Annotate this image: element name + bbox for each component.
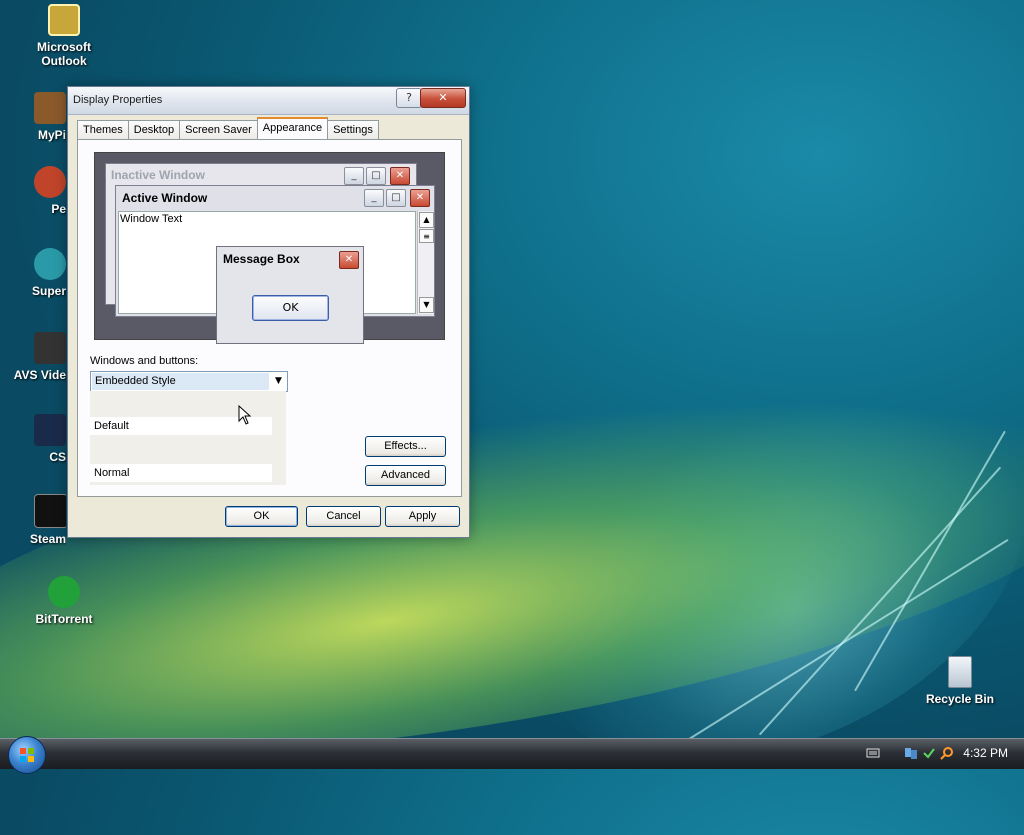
windows-buttons-label: Windows and buttons:: [90, 355, 199, 367]
windows-logo-icon: [20, 748, 34, 762]
desktop-icon-cs[interactable]: CS: [6, 414, 66, 464]
desktop-icon-label: Microsoft Outlook: [37, 40, 91, 68]
advanced-button[interactable]: Advanced: [365, 465, 446, 486]
tab-appearance[interactable]: Appearance: [256, 117, 329, 140]
chevron-down-icon[interactable]: ▼: [270, 372, 287, 391]
desktop-icon-label: BitTorrent: [35, 612, 93, 626]
app-icon: [34, 248, 66, 280]
tab-strip: Themes Desktop Screen Saver Appearance Setti…: [77, 117, 379, 141]
cs-icon: [34, 414, 66, 446]
desktop-icon-steam[interactable]: Steam: [6, 494, 66, 546]
search-icon[interactable]: [940, 746, 954, 760]
preview-message-box: Message Box ✕ OK: [216, 246, 364, 344]
desktop-icon-mypictures[interactable]: MyPi: [6, 92, 66, 142]
app-icon: [34, 166, 66, 198]
preview-ok-button: OK: [252, 295, 329, 321]
close-button[interactable]: ✕: [420, 88, 466, 108]
start-button[interactable]: [8, 736, 46, 774]
preview-scrollbar: ▲ ≡ ▼: [417, 211, 434, 314]
recycle-bin-icon: [948, 656, 972, 688]
desktop-icon-label: AVS Vide: [13, 368, 66, 382]
close-icon: ✕: [390, 167, 410, 185]
scroll-thumb: ≡: [419, 229, 434, 243]
windows-buttons-dropdown[interactable]: Embedded Style ▼: [90, 371, 288, 392]
preview-window-text: Window Text: [120, 213, 183, 225]
help-button[interactable]: ?: [396, 88, 422, 108]
desktop-icon-super[interactable]: Super: [6, 248, 66, 298]
bittorrent-icon: [48, 576, 80, 608]
desktop-icon-recycle-bin[interactable]: Recycle Bin: [910, 656, 1010, 706]
desktop-icon-app[interactable]: Pe: [6, 166, 66, 216]
tab-desktop[interactable]: Desktop: [127, 120, 181, 139]
desktop-icon-label: CS: [49, 450, 66, 464]
font-size-field[interactable]: Normal: [90, 464, 272, 482]
network-icon[interactable]: [904, 746, 918, 760]
appearance-panel: Inactive Window _ □ ✕ Active Window _ □ …: [77, 139, 462, 497]
minimize-icon: _: [344, 167, 364, 185]
windows-buttons-value: Embedded Style: [92, 373, 269, 390]
desktop-icon-label: Pe: [51, 202, 66, 216]
preview-active-window: Active Window _ □ ✕ Window Text ▲ ≡ ▼ Me…: [115, 185, 435, 344]
taskbar: 4:32 PM: [0, 736, 1024, 774]
minimize-icon: _: [364, 189, 384, 207]
outlook-icon: [48, 4, 80, 36]
maximize-icon: □: [366, 167, 386, 185]
desktop-icon-label: Recycle Bin: [925, 692, 995, 706]
mouse-cursor-icon: [238, 405, 252, 425]
dialog-title: Display Properties: [73, 94, 163, 106]
desktop-icon-bittorrent[interactable]: BitTorrent: [14, 576, 114, 626]
desktop-icon-avs[interactable]: AVS Vide: [6, 332, 66, 382]
ok-button[interactable]: OK: [225, 506, 298, 527]
desktop-icon-outlook[interactable]: Microsoft Outlook: [14, 4, 114, 68]
steam-icon: [34, 494, 66, 528]
close-icon: ✕: [410, 189, 430, 207]
scroll-down-icon: ▼: [419, 297, 434, 313]
desktop-icon-label: MyPi: [37, 128, 66, 142]
tab-settings[interactable]: Settings: [327, 120, 379, 139]
film-icon: [34, 332, 66, 364]
clock[interactable]: 4:32 PM: [963, 746, 1008, 760]
maximize-icon: □: [386, 189, 406, 207]
mypictures-icon: [34, 92, 66, 124]
display-properties-dialog: Display Properties ? ✕ Themes Desktop Scre…: [67, 86, 470, 538]
dropdown-list-area: Default Normal: [90, 391, 286, 485]
tab-screen-saver[interactable]: Screen Saver: [179, 120, 258, 139]
apply-button[interactable]: Apply: [385, 506, 460, 527]
appearance-preview: Inactive Window _ □ ✕ Active Window _ □ …: [94, 152, 445, 344]
security-check-icon[interactable]: [922, 746, 936, 760]
scroll-up-icon: ▲: [419, 212, 434, 228]
close-icon: ✕: [339, 251, 359, 269]
keyboard-icon[interactable]: [866, 746, 880, 760]
desktop-icon-label: Steam: [29, 532, 66, 546]
effects-button[interactable]: Effects...: [365, 436, 446, 457]
tab-themes[interactable]: Themes: [77, 120, 129, 139]
cancel-button[interactable]: Cancel: [306, 506, 381, 527]
desktop-icon-label: Super: [31, 284, 66, 298]
dialog-titlebar[interactable]: Display Properties ? ✕: [68, 87, 469, 115]
